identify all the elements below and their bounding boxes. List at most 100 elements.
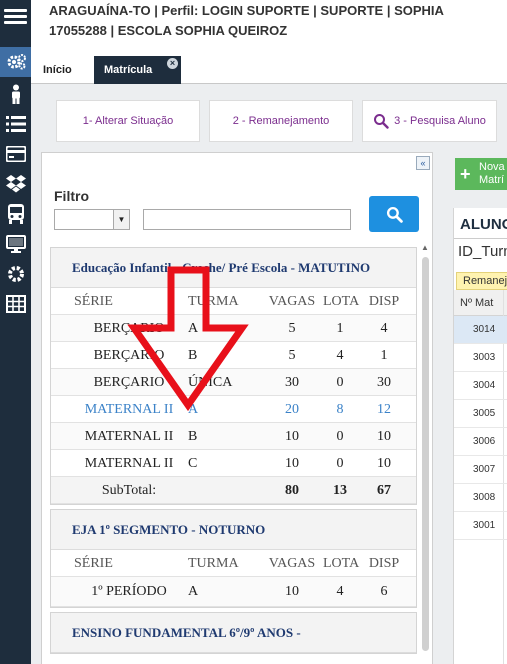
aluno-row[interactable]: 3005 [454,400,507,428]
person-icon[interactable] [0,79,31,109]
aluno-row[interactable]: 3008 [454,484,507,512]
col-disp[interactable]: DISP [365,550,403,577]
aluno-row[interactable]: 3006 [454,428,507,456]
monitor-icon[interactable] [0,229,31,259]
cell-serie: MATERNAL II [84,402,174,417]
tab-matricula[interactable]: Matrícula × [94,56,181,84]
subtotal-row: SubTotal: 80 13 67 [51,477,416,504]
scrollbar[interactable] [422,257,429,651]
table-row[interactable]: MATERNAL II B 10 0 10 [51,423,416,450]
table-row[interactable]: BERÇARIO ÚNICA 30 0 30 [51,369,416,396]
col-vagas[interactable]: VAGAS [268,550,316,577]
filtro-select[interactable]: ▼ [54,209,130,230]
col-lota[interactable]: LOTA [323,288,359,315]
nova-matricula-button[interactable]: + Nova Matrí [455,158,507,190]
list-icon[interactable] [0,109,31,139]
aluno-row[interactable]: 3007 [454,456,507,484]
col-disp[interactable]: DISP [365,288,403,315]
cell-vagas: 10 [285,456,299,471]
remanejamento-button[interactable]: 2 - Remanejamento [209,100,353,142]
cell-serie: 1º PERÍODO [91,584,167,599]
cell-serie: BERÇARIO [93,375,165,390]
group-title: Educação Infantil - Creche/ Pré Escola -… [51,248,416,288]
scroll-up-icon[interactable]: ▲ [420,243,430,253]
pesquisa-aluno-button[interactable]: 3 - Pesquisa Aluno [362,100,497,142]
tab-inicio[interactable]: Início [43,56,72,84]
col-serie[interactable]: SÉRIE [74,288,113,315]
turmas-panel: « Filtro ▼ ▲ Educação Infantil - Creche/… [41,152,433,664]
group-title: ENSINO FUNDAMENTAL 6º/9º ANOS - [51,613,416,653]
cell-serie: BERÇARIO [93,321,165,336]
cell-turma: B [188,429,198,444]
cell-disp: 10 [377,456,391,471]
col-turma[interactable]: TURMA [188,550,239,577]
content-area: 1- Alterar Situação 2 - Remanejamento 3 … [31,84,507,664]
group-eja: EJA 1º SEGMENTO - NOTURNO SÉRIE TURMA VA… [50,509,417,608]
cell-vagas: 20 [285,402,299,417]
subtotal-disp: 67 [377,483,391,498]
header-line-2: 17055288 | ESCOLA SOPHIA QUEIROZ [49,23,288,38]
remanejamento-label: 2 - Remanejamento [232,115,330,127]
table-header: SÉRIE TURMA VAGAS LOTA DISP [51,288,416,315]
col-serie[interactable]: SÉRIE [74,550,113,577]
aluno-row[interactable]: 3001 [454,512,507,540]
cell-lota: 0 [336,456,344,471]
aluno-row-selected[interactable]: 3014 [454,316,507,344]
cell-disp: 1 [380,348,388,363]
close-icon[interactable]: × [167,58,178,69]
aluno-row[interactable]: 3003 [454,344,507,372]
group-educacao-infantil: Educação Infantil - Creche/ Pré Escola -… [50,247,417,505]
col-lota[interactable]: LOTA [323,550,359,577]
credit-card-icon[interactable] [0,139,31,169]
cell-disp: 30 [377,375,391,390]
collapse-icon[interactable]: « [416,156,430,170]
cell-vagas: 5 [288,321,296,336]
filtro-input[interactable] [143,209,351,230]
nova-matricula-label: Nova Matrí [479,161,505,186]
table-row[interactable]: MATERNAL II C 10 0 10 [51,450,416,477]
table-row[interactable]: BERÇARIO A 5 1 4 [51,315,416,342]
subtotal-lota: 13 [333,483,347,498]
turmas-list: Educação Infantil - Creche/ Pré Escola -… [50,247,417,664]
col-vagas[interactable]: VAGAS [268,288,316,315]
alunos-title: ALUNOS [460,216,507,233]
id-turma-label: ID_Turma [458,243,507,260]
gears-icon[interactable] [0,47,31,77]
alterar-situacao-button[interactable]: 1- Alterar Situação [56,100,200,142]
cell-disp: 4 [380,321,388,336]
cell-serie: MATERNAL II [84,456,174,471]
cell-lota: 1 [336,321,344,336]
cell-vagas: 10 [285,429,299,444]
col-num-mat[interactable]: Nº Mat [454,290,507,316]
dropbox-icon[interactable] [0,169,31,199]
remanejar-button[interactable]: Remanejar [456,272,507,290]
cell-vagas: 5 [288,348,296,363]
bus-icon[interactable] [0,199,31,229]
chevron-down-icon: ▼ [113,210,129,229]
group-ensino-fundamental: ENSINO FUNDAMENTAL 6º/9º ANOS - [50,612,417,654]
cell-vagas: 10 [285,584,299,599]
header: ARAGUAÍNA-TO | Perfil: LOGIN SUPORTE | S… [31,0,507,44]
cell-turma: A [188,402,199,417]
col-turma[interactable]: TURMA [188,288,239,315]
table-header: SÉRIE TURMA VAGAS LOTA DISP [51,550,416,577]
gear-icon[interactable] [0,259,31,289]
table-row-selected[interactable]: MATERNAL II A 20 8 12 [51,396,416,423]
divider [454,238,507,239]
cell-lota: 8 [336,402,344,417]
filtro-label: Filtro [54,188,89,204]
cell-lota: 0 [336,375,344,390]
table-row[interactable]: 1º PERÍODO A 10 4 6 [51,577,416,607]
cell-disp: 12 [377,402,391,417]
alterar-situacao-label: 1- Alterar Situação [82,115,174,127]
menu-icon[interactable] [4,6,27,34]
cell-lota: 0 [336,429,344,444]
search-icon [386,206,403,223]
cell-turma: C [188,456,198,471]
search-icon [374,114,389,129]
table-row[interactable]: BERÇARIO B 5 4 1 [51,342,416,369]
cell-lota: 4 [336,348,344,363]
search-button[interactable] [369,196,419,232]
aluno-row[interactable]: 3004 [454,372,507,400]
table-icon[interactable] [0,289,31,319]
